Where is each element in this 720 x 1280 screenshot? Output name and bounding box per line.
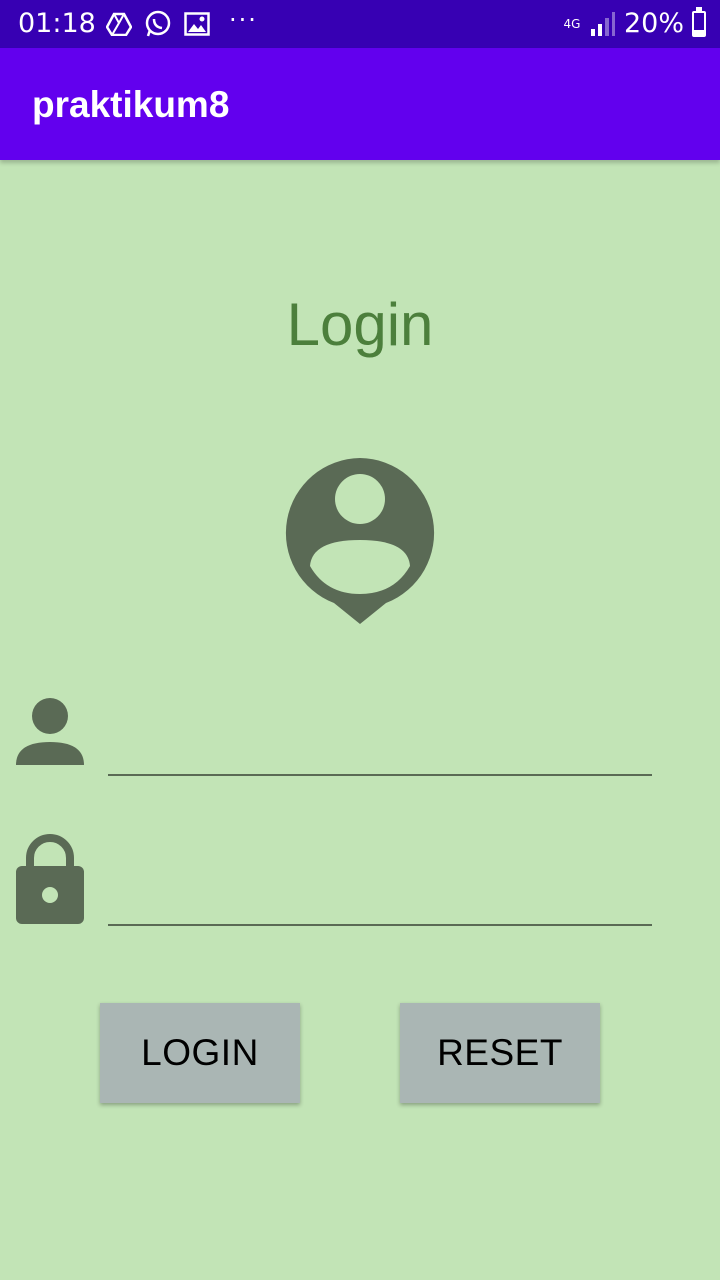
account-pin-icon [285, 458, 435, 624]
drive-icon [106, 12, 132, 36]
login-heading: Login [286, 291, 434, 358]
username-row [0, 690, 720, 790]
status-right: 4G 20% [562, 6, 706, 39]
more-notifications-icon: ··· [229, 6, 258, 34]
status-time: 01:18 [18, 8, 96, 39]
password-row [0, 832, 720, 932]
notification-icons [106, 10, 210, 38]
gallery-icon [184, 12, 210, 36]
username-input[interactable] [108, 720, 652, 776]
whatsapp-icon [145, 10, 171, 37]
battery-percent: 20% [623, 8, 684, 39]
network-type: 4G [563, 16, 581, 31]
person-icon [16, 698, 84, 765]
signal-icon [590, 11, 615, 36]
app-title: praktikum8 [32, 84, 230, 125]
password-input[interactable] [108, 870, 652, 926]
lock-icon [16, 834, 84, 924]
status-bar: 01:18 ··· 4G 20% [0, 0, 720, 48]
login-button[interactable]: LOGIN [100, 1003, 300, 1103]
app-bar: praktikum8 [0, 48, 720, 160]
battery-icon [692, 6, 706, 37]
reset-button[interactable]: RESET [400, 1003, 600, 1103]
